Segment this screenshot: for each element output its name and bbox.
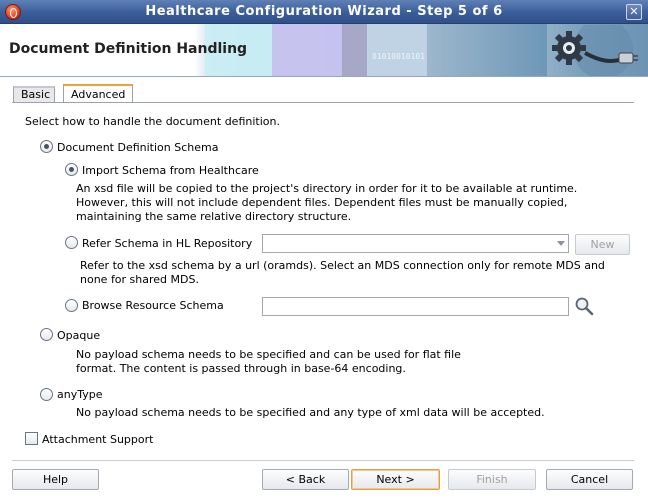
- refer-schema-radio[interactable]: [65, 236, 78, 249]
- divider: [12, 460, 634, 461]
- import-schema-radio[interactable]: [65, 163, 78, 176]
- close-icon[interactable]: ✕: [626, 4, 642, 20]
- tab-advanced[interactable]: Advanced: [63, 84, 133, 103]
- search-icon[interactable]: [573, 295, 595, 317]
- banner-stripe: [342, 24, 367, 76]
- attachment-support-checkbox[interactable]: [25, 432, 38, 445]
- browse-schema-label[interactable]: Browse Resource Schema: [82, 299, 224, 312]
- refer-schema-description: Refer to the xsd schema by a url (oramds…: [80, 259, 605, 286]
- next-button[interactable]: Next >: [351, 469, 440, 490]
- window-title: Healthcare Configuration Wizard - Step 5…: [145, 4, 503, 19]
- tab-basic[interactable]: Basic: [13, 86, 55, 102]
- header-banner: 01010010101 Document Definition Handling: [0, 24, 648, 77]
- finish-button[interactable]: Finish: [448, 469, 536, 490]
- cancel-button-label: Cancel: [570, 473, 609, 486]
- help-button-label: Help: [42, 473, 69, 486]
- next-button-label: Next >: [376, 473, 415, 486]
- document-definition-schema-label[interactable]: Document Definition Schema: [57, 141, 218, 154]
- new-button[interactable]: New: [575, 234, 630, 255]
- title-bar[interactable]: Healthcare Configuration Wizard - Step 5…: [0, 0, 648, 24]
- back-button[interactable]: < Back: [262, 469, 349, 490]
- banner-stripe: [272, 24, 342, 76]
- attachment-support-label[interactable]: Attachment Support: [42, 433, 153, 446]
- opaque-description: No payload schema needs to be specified …: [76, 348, 461, 375]
- opaque-radio[interactable]: [40, 328, 53, 341]
- banner-stripe: [427, 24, 547, 76]
- import-schema-label[interactable]: Import Schema from Healthcare: [82, 164, 259, 177]
- banner-stripe: [367, 24, 427, 76]
- banner-binary-text: 01010010101: [372, 52, 425, 61]
- back-button-label: < Back: [285, 473, 326, 486]
- import-schema-description: An xsd file will be copied to the projec…: [76, 182, 578, 223]
- cancel-button[interactable]: Cancel: [546, 469, 633, 490]
- anytype-description: No payload schema needs to be specified …: [76, 406, 545, 419]
- page-title: Document Definition Handling: [9, 41, 248, 57]
- resource-schema-field[interactable]: [262, 297, 569, 316]
- instruction-text: Select how to handle the document defini…: [25, 115, 280, 128]
- mds-connection-combo[interactable]: [262, 234, 569, 253]
- anytype-label[interactable]: anyType: [57, 388, 103, 401]
- finish-button-label: Finish: [476, 473, 508, 486]
- anytype-radio[interactable]: [40, 388, 53, 401]
- refer-schema-label[interactable]: Refer Schema in HL Repository: [82, 237, 252, 250]
- help-button[interactable]: Help: [12, 469, 99, 490]
- browse-schema-radio[interactable]: [65, 299, 78, 312]
- gear-plug-icon: [552, 25, 638, 76]
- chevron-down-icon[interactable]: [557, 241, 565, 246]
- document-definition-schema-radio[interactable]: [40, 140, 53, 153]
- opaque-label[interactable]: Opaque: [57, 329, 100, 342]
